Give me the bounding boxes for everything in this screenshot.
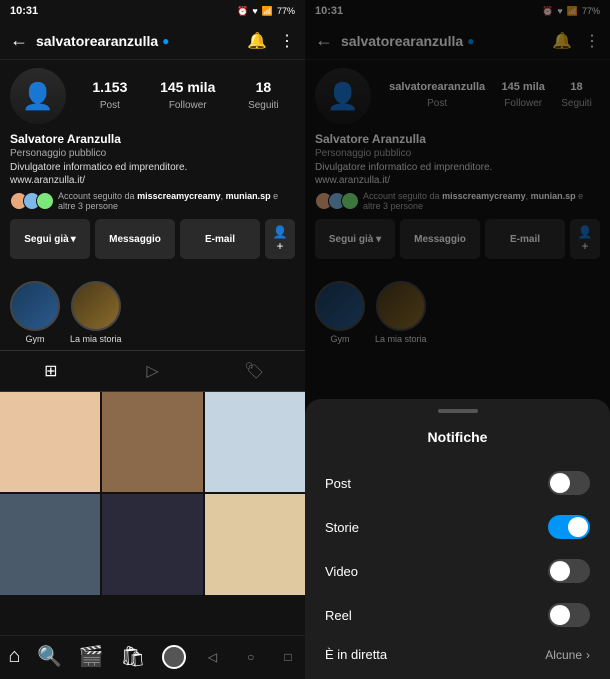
notification-item-post: Post bbox=[305, 461, 610, 505]
menu-icon-left[interactable]: ⋮ bbox=[279, 31, 295, 51]
left-phone: 10:31 ⏰ ♥ 📶 77% ← salvatorearanzulla ● 🔔… bbox=[0, 0, 305, 679]
username-left: salvatorearanzulla ● bbox=[36, 33, 247, 49]
sys-back-left[interactable]: ◁ bbox=[208, 650, 217, 664]
top-nav-left: ← salvatorearanzulla ● 🔔 ⋮ bbox=[0, 22, 305, 60]
story-gym[interactable]: Gym bbox=[10, 281, 60, 344]
profile-stats-row-left: 👤 1.153 Post 145 mila Follower 18 Seguit… bbox=[10, 68, 295, 124]
stories-row-left: Gym La mia storia bbox=[0, 275, 305, 350]
tab-bar-left: ⊞ ▷ 🏷 bbox=[0, 350, 305, 392]
live-arrow-icon: › bbox=[586, 648, 590, 662]
toggle-knob-post bbox=[550, 473, 570, 493]
message-button-left[interactable]: Messaggio bbox=[95, 219, 175, 259]
follow-button-left[interactable]: Segui già ▾ bbox=[10, 219, 90, 259]
notification-label-video: Video bbox=[325, 564, 358, 579]
story-circle-mia bbox=[71, 281, 121, 331]
grid-photo-2[interactable] bbox=[102, 392, 202, 492]
shop-nav-left[interactable]: 🛍 bbox=[120, 644, 145, 669]
status-time-left: 10:31 bbox=[10, 5, 38, 17]
followers-preview-left: Account seguito da misscreamycreamy, mun… bbox=[10, 191, 295, 211]
battery-icon: 77% bbox=[277, 6, 295, 16]
grid-photo-1[interactable] bbox=[0, 392, 100, 492]
notification-item-storie: Storie bbox=[305, 505, 610, 549]
verified-badge-left: ● bbox=[162, 34, 169, 48]
notification-title: Notifiche bbox=[305, 429, 610, 445]
grid-photo-5[interactable] bbox=[102, 494, 202, 594]
notification-item-live[interactable]: È in diretta Alcune › bbox=[305, 637, 610, 672]
notification-label-post: Post bbox=[325, 476, 351, 491]
notification-item-video: Video bbox=[305, 549, 610, 593]
notification-item-reel: Reel bbox=[305, 593, 610, 637]
email-button-left[interactable]: E-mail bbox=[180, 219, 260, 259]
home-nav-left[interactable]: ⌂ bbox=[8, 645, 20, 668]
tab-reels-left[interactable]: ▷ bbox=[102, 351, 204, 391]
stat-posts-left: 1.153 Post bbox=[92, 79, 127, 113]
profile-section-left: 👤 1.153 Post 145 mila Follower 18 Seguit… bbox=[0, 60, 305, 275]
story-label-mia: La mia storia bbox=[70, 334, 122, 344]
tab-grid-left[interactable]: ⊞ bbox=[0, 351, 102, 391]
toggle-post[interactable] bbox=[548, 471, 590, 495]
photo-grid-left bbox=[0, 392, 305, 595]
toggle-storie[interactable] bbox=[548, 515, 590, 539]
avatar-image-left: 👤 bbox=[10, 68, 66, 124]
toggle-reel[interactable] bbox=[548, 603, 590, 627]
live-link-arrow: Alcune › bbox=[545, 648, 590, 662]
bottom-nav-left: ⌂ 🔍 🎬 🛍 ◁ ○ □ bbox=[0, 635, 305, 679]
reels-nav-left[interactable]: 🎬 bbox=[79, 644, 104, 669]
following-label-left: Seguiti bbox=[248, 100, 279, 111]
sys-home-left[interactable]: ○ bbox=[247, 650, 254, 664]
following-count-left: 18 bbox=[248, 79, 279, 95]
sys-recents-left[interactable]: □ bbox=[284, 650, 291, 664]
grid-photo-3[interactable] bbox=[205, 392, 305, 492]
followers-note-left: Account seguito da misscreamycreamy, mun… bbox=[58, 191, 295, 211]
follower-avatars-left bbox=[10, 192, 54, 210]
sys-nav-right: ◁ ○ □ bbox=[305, 672, 610, 679]
heart-icon: ♥ bbox=[252, 6, 257, 16]
stat-followers-left: 145 mila Follower bbox=[160, 79, 215, 113]
nav-icons-left: 🔔 ⋮ bbox=[247, 31, 295, 51]
posts-label-left: Post bbox=[100, 100, 120, 111]
add-user-button-left[interactable]: 👤+ bbox=[265, 219, 295, 259]
toggle-knob-storie bbox=[568, 517, 588, 537]
right-phone: 10:31 ⏰ ♥ 📶 77% ← salvatorearanzulla ● 🔔… bbox=[305, 0, 610, 679]
stats-left: 1.153 Post 145 mila Follower 18 Seguiti bbox=[76, 79, 295, 113]
profile-category-left: Personaggio pubblico bbox=[10, 148, 295, 159]
notification-label-reel: Reel bbox=[325, 608, 352, 623]
follower-avatar-3 bbox=[36, 192, 54, 210]
sheet-handle[interactable] bbox=[438, 409, 478, 413]
live-link-text: Alcune bbox=[545, 648, 582, 662]
profile-bio-left: Divulgatore informatico ed imprenditore.… bbox=[10, 161, 295, 187]
toggle-knob-reel bbox=[550, 605, 570, 625]
posts-count-left: 1.153 bbox=[92, 79, 127, 95]
bell-icon-left[interactable]: 🔔 bbox=[247, 31, 267, 51]
notification-sheet: Notifiche Post Storie Video Reel bbox=[305, 399, 610, 679]
notification-label-live: È in diretta bbox=[325, 647, 387, 662]
signal-icon: 📶 bbox=[262, 6, 273, 17]
story-label-gym: Gym bbox=[26, 334, 45, 344]
story-mia[interactable]: La mia storia bbox=[70, 281, 122, 344]
alarm-icon: ⏰ bbox=[237, 6, 248, 17]
avatar-left: 👤 bbox=[10, 68, 66, 124]
story-circle-gym bbox=[10, 281, 60, 331]
status-icons-left: ⏰ ♥ 📶 77% bbox=[237, 6, 295, 17]
notification-label-storie: Storie bbox=[325, 520, 359, 535]
tab-tagged-left[interactable]: 🏷 bbox=[203, 351, 305, 391]
toggle-knob-video bbox=[550, 561, 570, 581]
grid-photo-6[interactable] bbox=[205, 494, 305, 594]
followers-label-left: Follower bbox=[169, 100, 207, 111]
followers-count-left: 145 mila bbox=[160, 79, 215, 95]
profile-nav-left[interactable] bbox=[162, 645, 186, 669]
search-nav-left[interactable]: 🔍 bbox=[37, 644, 62, 669]
toggle-video[interactable] bbox=[548, 559, 590, 583]
back-button-left[interactable]: ← bbox=[10, 30, 28, 51]
profile-name-left: Salvatore Aranzulla bbox=[10, 132, 295, 146]
stat-following-left: 18 Seguiti bbox=[248, 79, 279, 113]
grid-photo-4[interactable] bbox=[0, 494, 100, 594]
action-buttons-left: Segui già ▾ Messaggio E-mail 👤+ bbox=[10, 219, 295, 259]
status-bar-left: 10:31 ⏰ ♥ 📶 77% bbox=[0, 0, 305, 22]
